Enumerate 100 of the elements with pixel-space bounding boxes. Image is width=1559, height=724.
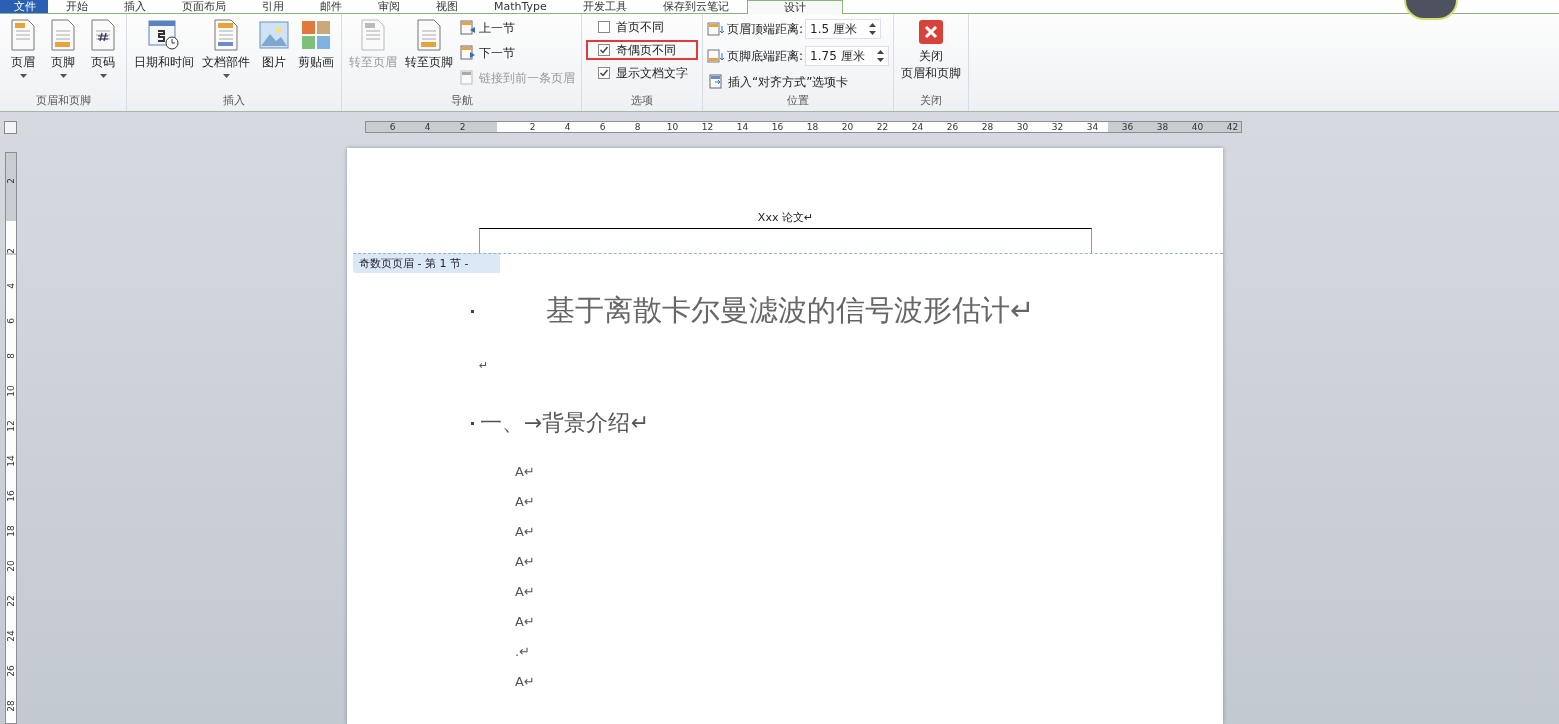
margin-icon [707, 49, 725, 63]
ruler-number: 20 [6, 559, 16, 572]
group-label: 页眉和页脚 [34, 93, 92, 109]
document-icon [415, 19, 443, 51]
ruler-number: 40 [1191, 122, 1204, 132]
group-label: 导航 [449, 93, 474, 109]
ruler-number: 22 [876, 122, 889, 132]
ruler-number: 2 [529, 122, 536, 132]
chain-page-icon [460, 70, 476, 86]
group-label: 选项 [630, 93, 654, 109]
body-text: A↵ [515, 523, 535, 539]
ribbon-tab[interactable]: 引用 [244, 0, 302, 13]
ribbon-tab[interactable]: 保存到云笔记 [644, 0, 747, 13]
ribbon-button[interactable]: 下一节 [458, 42, 577, 64]
ruler-number: 14 [736, 122, 749, 132]
document-icon [359, 19, 387, 51]
calendar-icon [148, 19, 180, 51]
ruler-number: 6 [6, 317, 16, 324]
document-icon [212, 19, 240, 51]
ribbon-button[interactable]: 上一节 [458, 17, 577, 39]
left-arrow-page-icon [460, 20, 476, 36]
body-text: A↵ [515, 583, 535, 599]
group-label: 插入 [222, 93, 246, 109]
spin-label: 页脚底端距离: [727, 47, 804, 65]
ribbon-tab[interactable]: 开始 [48, 0, 106, 13]
section-heading: 一、→背景介绍↵ [480, 409, 649, 437]
ribbon-button[interactable]: 关闭 页眉和页脚 [897, 17, 964, 84]
ribbon-tab[interactable]: 视图 [418, 0, 476, 13]
spin-field[interactable]: 1.5 厘米 [805, 19, 881, 39]
ruler-number: 34 [1086, 122, 1099, 132]
ribbon-tab[interactable]: 插入 [106, 0, 164, 13]
ribbon-button[interactable]: 图片 [255, 17, 293, 73]
ruler-number: 20 [841, 122, 854, 132]
ruler-number: 16 [771, 122, 784, 132]
ruler-number: 2 [6, 247, 16, 254]
ruler-number: 26 [946, 122, 959, 132]
body-text: A↵ [515, 463, 535, 479]
ribbon-button[interactable]: 日期和时间 [131, 17, 197, 73]
ruler-number: 2 [459, 122, 466, 132]
ribbon-tab[interactable]: 邮件 [302, 0, 360, 13]
ruler-number: 10 [6, 384, 16, 397]
format-mark-icon [471, 309, 474, 313]
ribbon-button[interactable]: 页眉 [4, 17, 42, 80]
tab-selector-icon[interactable] [4, 120, 17, 134]
vertical-ruler[interactable]: 2 2 4 6 8 10 12 14 16 18 20 22 24 26 28 [5, 152, 17, 724]
ruler-number: 16 [6, 489, 16, 502]
right-arrow-page-icon [460, 45, 476, 61]
body-text: A↵ [515, 493, 535, 509]
ruler-number: 38 [1156, 122, 1169, 132]
ruler-number: 8 [634, 122, 641, 132]
spin-label: 页眉顶端距离: [727, 20, 804, 38]
ruler-number: 36 [1121, 122, 1134, 132]
clipart-icon [300, 19, 332, 51]
checkbox-icon [598, 44, 610, 56]
ruler-number: 18 [6, 524, 16, 537]
ruler-number: 30 [1016, 122, 1029, 132]
ribbon-button[interactable]: 页码 [84, 17, 122, 80]
body-text: A↵ [515, 613, 535, 629]
ruler-number: 28 [981, 122, 994, 132]
ribbon-tab[interactable]: 设计 [746, 0, 843, 14]
spin-arrows-icon[interactable] [876, 49, 884, 63]
ribbon-button[interactable]: 文档部件 [199, 17, 253, 80]
ruler-number: 6 [599, 122, 606, 132]
ruler-number: 6 [389, 122, 396, 132]
spin-field[interactable]: 1.75 厘米 [805, 46, 889, 66]
margin-icon [707, 22, 725, 36]
ribbon-tab[interactable]: 开发工具 [564, 0, 645, 13]
ruler-number: 10 [666, 122, 679, 132]
ruler-number: 32 [1051, 122, 1064, 132]
ribbon-tab[interactable]: 文件 [0, 0, 48, 13]
checkbox[interactable]: 奇偶页不同 [586, 40, 698, 60]
ribbon-button[interactable]: 转至页脚 [402, 17, 456, 73]
checkbox[interactable]: 首页不同 [586, 17, 698, 37]
ruler-number: 2 [6, 177, 16, 184]
ribbon-tab[interactable]: MathType [476, 0, 565, 13]
ribbon-button[interactable]: 剪贴画 [295, 17, 337, 73]
ruler-number: 24 [6, 629, 16, 642]
ribbon-button[interactable]: 页脚 [44, 17, 82, 80]
ruler-number: 12 [6, 419, 16, 432]
ribbon-tab[interactable]: 页面布局 [164, 0, 244, 13]
checkbox-icon [598, 67, 610, 79]
ruler-number: 28 [6, 699, 16, 712]
header-section-tag: 奇数页页眉 - 第 1 节 - [353, 253, 1223, 273]
body-text: A↵ [515, 673, 535, 689]
spin-arrows-icon[interactable] [868, 22, 876, 36]
ruler-number: 8 [6, 352, 16, 359]
ruler-number: 22 [6, 594, 16, 607]
horizontal-ruler[interactable]: 6 4 2 2 4 6 8 10 12 14 16 18 20 22 24 26 28 30 32 34 36 38 40 42 [365, 121, 1242, 133]
checkbox[interactable]: 显示文档文字 [586, 63, 698, 83]
ribbon-tab[interactable]: 审阅 [360, 0, 418, 13]
body-text: .↵ [515, 643, 531, 659]
ruler-number: 18 [806, 122, 819, 132]
ruler-number: 24 [911, 122, 924, 132]
ribbon-button[interactable]: 插入“对齐方式”选项卡 [707, 71, 889, 93]
ruler-number: 4 [424, 122, 431, 132]
ruler-number: 42 [1226, 122, 1239, 132]
header-text[interactable]: Xxx 论文↵ [479, 210, 1092, 225]
close-icon [917, 19, 944, 45]
ruler-number: 12 [701, 122, 714, 132]
picture-icon [258, 19, 290, 51]
